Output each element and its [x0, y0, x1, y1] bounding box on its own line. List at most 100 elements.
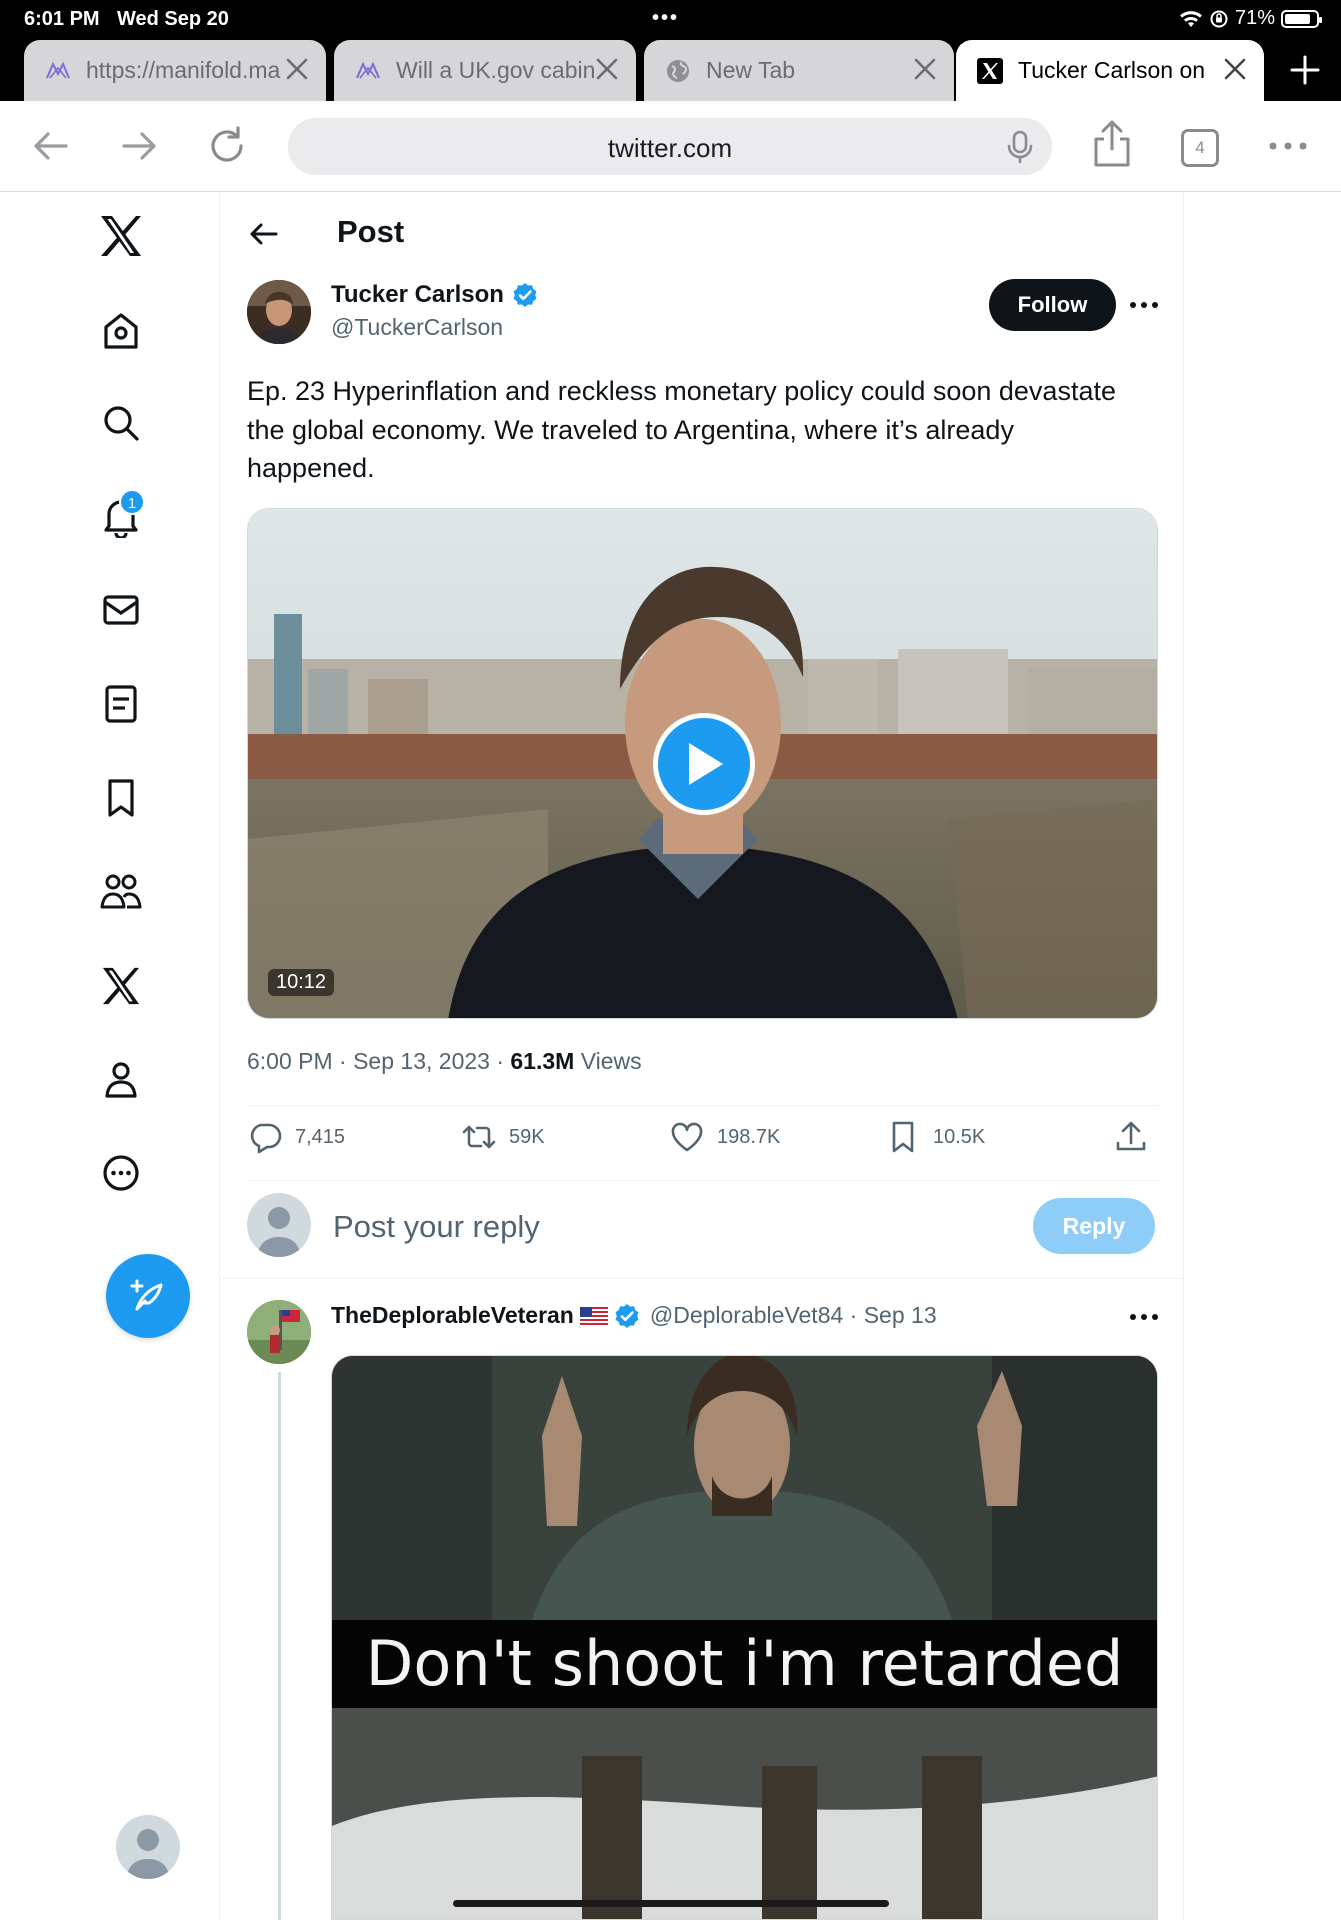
video-duration: 10:12 [268, 969, 335, 996]
tab-label: Tucker Carlson on [1018, 57, 1206, 83]
post-timestamp[interactable]: 6:00 PM · Sep 13, 2023 · [247, 1048, 510, 1074]
post-text: Ep. 23 Hyperinflation and reckless monet… [247, 376, 1116, 483]
video-player[interactable]: 10:12 [247, 508, 1158, 1019]
back-arrow-icon[interactable] [245, 216, 281, 252]
communities-icon[interactable] [93, 863, 149, 919]
close-icon[interactable] [592, 54, 622, 84]
tab-strip: https://manifold.ma Will a UK.gov cabin … [0, 40, 1341, 101]
battery-percent: 71% [1234, 7, 1275, 29]
post-actions: 7,415 59K 198.7K 10.5K [247, 1105, 1158, 1169]
account-avatar[interactable] [116, 1815, 180, 1879]
close-icon[interactable] [1220, 54, 1250, 84]
feather-plus-icon [130, 1279, 163, 1311]
author-avatar[interactable] [247, 280, 311, 344]
reply-header: TheDeplorableVeteran @DeplorableVet84 · … [331, 1302, 937, 1329]
manifold-icon [354, 57, 382, 85]
reply-button[interactable]: Reply [1033, 1198, 1155, 1254]
repost-action[interactable]: 59K [461, 1105, 545, 1169]
share-icon[interactable] [1088, 119, 1136, 169]
premium-x-icon[interactable] [93, 958, 149, 1014]
status-bar: 6:01 PM Wed Sep 20 ••• 71% [0, 0, 1341, 38]
author-name-row[interactable]: Tucker Carlson [331, 281, 538, 309]
rotation-lock-icon [1210, 10, 1228, 27]
share-action[interactable] [1113, 1105, 1149, 1169]
wifi-icon [1179, 10, 1202, 27]
thread-line [278, 1372, 281, 1920]
browser-top-bar: 6:01 PM Wed Sep 20 ••• 71% https://manif… [0, 0, 1341, 101]
browser-toolbar: twitter.com 4 [0, 101, 1341, 192]
bookmark-count: 10.5K [933, 1125, 986, 1148]
page-title: Post [337, 214, 405, 249]
more-circle-icon[interactable] [93, 1145, 149, 1201]
views-label: Views [574, 1048, 642, 1074]
us-flag-icon [579, 1306, 608, 1325]
notifications-icon[interactable]: 1 [93, 489, 149, 545]
notification-badge: 1 [119, 489, 145, 515]
forward-arrow-icon[interactable] [116, 123, 162, 169]
reply-composer-avatar [247, 1193, 311, 1257]
more-horizontal-icon[interactable] [1127, 1300, 1161, 1334]
play-button[interactable] [653, 713, 755, 815]
more-dots-icon[interactable] [1266, 123, 1310, 169]
post-header: Post [221, 192, 1183, 275]
verified-badge-icon [615, 1303, 639, 1328]
reply-author-avatar[interactable] [247, 1300, 311, 1364]
reply-author-name[interactable]: TheDeplorableVeteran [331, 1302, 574, 1329]
play-icon [689, 743, 723, 785]
views-count: 61.3M [510, 1048, 575, 1074]
reload-icon[interactable] [204, 123, 250, 169]
reply-image[interactable]: Don't shoot i'm retarded [331, 1355, 1158, 1920]
author-name: Tucker Carlson [331, 281, 504, 308]
browser-tab-1[interactable]: https://manifold.ma [24, 40, 326, 101]
follow-button[interactable]: Follow [989, 279, 1116, 331]
browser-tab-4-active[interactable]: Tucker Carlson on [956, 40, 1264, 101]
back-arrow-icon[interactable] [28, 123, 74, 169]
verified-badge-icon [513, 283, 537, 307]
home-icon[interactable] [93, 303, 149, 359]
x-logo-icon[interactable] [93, 208, 149, 264]
tab-count-button[interactable]: 4 [1181, 129, 1219, 167]
reply-input[interactable]: Post your reply [333, 1209, 540, 1245]
status-time: 6:01 PM [24, 8, 100, 30]
meme-caption: Don't shoot i'm retarded [332, 1620, 1157, 1708]
new-tab-plus-icon[interactable] [1287, 52, 1323, 88]
bookmark-action[interactable]: 10.5K [885, 1105, 985, 1169]
share-upload-icon [1116, 1121, 1146, 1151]
status-date: Wed Sep 20 [117, 8, 229, 30]
address-bar[interactable]: twitter.com [288, 118, 1052, 175]
url-text: twitter.com [607, 133, 733, 163]
reply-author-handle[interactable]: @DeplorableVet84 · Sep 13 [650, 1302, 937, 1329]
tab-label: Will a UK.gov cabin [396, 57, 596, 83]
like-action[interactable]: 198.7K [669, 1105, 780, 1169]
close-icon[interactable] [910, 54, 940, 84]
multitask-dots-icon[interactable]: ••• [652, 7, 679, 30]
bookmarks-icon[interactable] [93, 770, 149, 826]
reply-action[interactable]: 7,415 [247, 1105, 345, 1169]
search-icon[interactable] [93, 395, 149, 451]
more-horizontal-icon[interactable] [1127, 288, 1161, 322]
profile-icon[interactable] [93, 1051, 149, 1107]
lists-icon[interactable] [93, 676, 149, 732]
post-detail-column: Post Tucker Carlson @TuckerCarlson Follo… [221, 192, 1184, 1920]
close-icon[interactable] [282, 54, 312, 84]
divider [221, 1278, 1184, 1279]
home-indicator[interactable] [453, 1900, 889, 1907]
messages-icon[interactable] [93, 582, 149, 638]
manifold-icon [44, 57, 72, 85]
tab-label: New Tab [706, 57, 796, 83]
post-meta: 6:00 PM · Sep 13, 2023 · 61.3M Views [247, 1048, 642, 1075]
bookmark-icon [892, 1121, 914, 1153]
repost-count: 59K [509, 1125, 545, 1148]
compose-post-button[interactable] [106, 1254, 190, 1338]
repost-icon [462, 1125, 496, 1149]
author-handle[interactable]: @TuckerCarlson [331, 314, 503, 341]
x-logo-icon [976, 57, 1004, 85]
like-count: 198.7K [717, 1125, 781, 1148]
browser-tab-2[interactable]: Will a UK.gov cabin [334, 40, 636, 101]
reply-bubble-icon [250, 1123, 282, 1154]
microphone-icon[interactable] [1004, 130, 1036, 164]
heart-icon [671, 1122, 703, 1152]
browser-tab-3[interactable]: New Tab [644, 40, 954, 101]
divider [247, 1180, 1158, 1181]
twitter-nav-rail: 1 [0, 192, 220, 1920]
